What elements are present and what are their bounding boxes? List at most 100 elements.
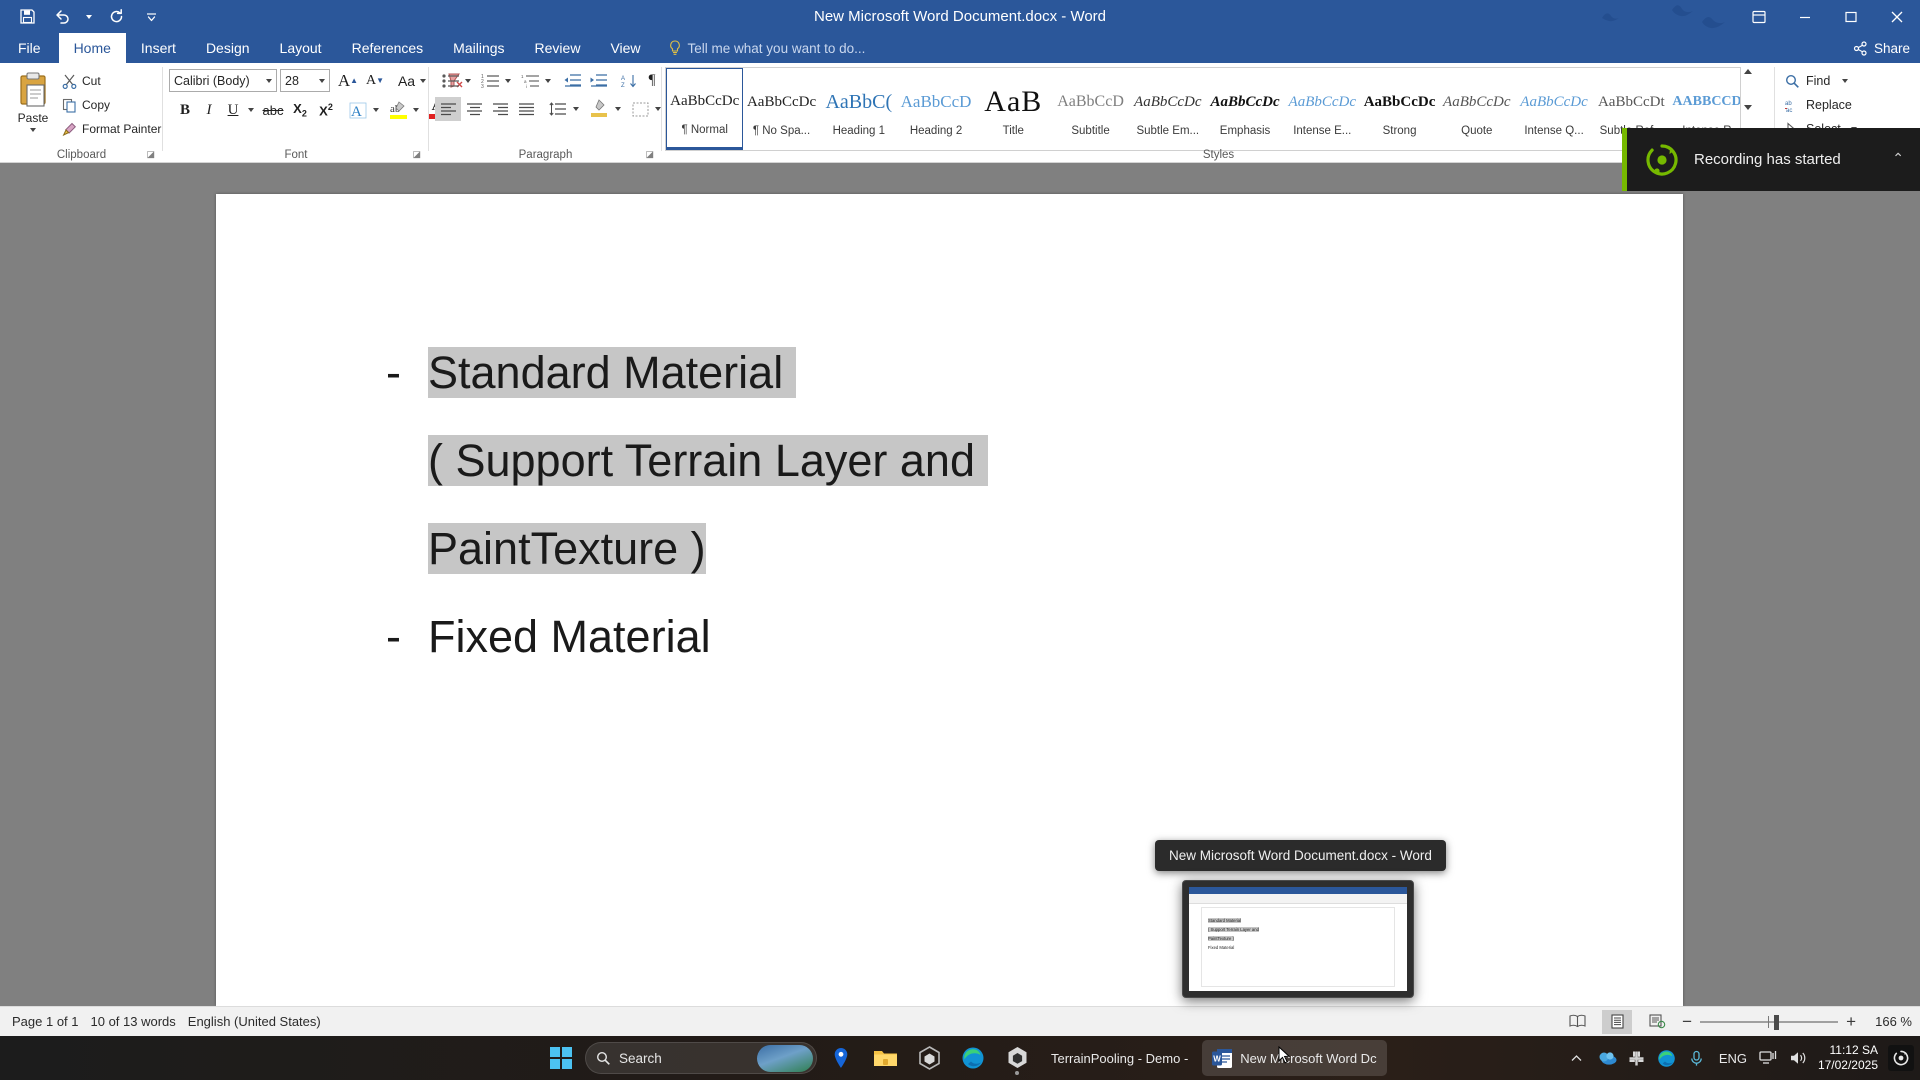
read-mode-icon[interactable] <box>1562 1010 1592 1034</box>
style-item-no-spa[interactable]: AaBbCcDc ¶ No Spa... <box>743 68 820 150</box>
find-dropdown-icon[interactable] <box>1842 79 1849 83</box>
style-item-heading-2[interactable]: AaBbCcD Heading 2 <box>898 68 975 150</box>
redo-icon[interactable] <box>101 4 131 30</box>
multilevel-list-icon[interactable]: 1ai <box>517 68 543 93</box>
format-painter-button[interactable]: Format Painter <box>62 119 161 139</box>
change-case-icon[interactable]: Aa <box>394 68 430 93</box>
document-line[interactable]: PaintTexture ) <box>428 505 1643 593</box>
style-item-strong[interactable]: AaBbCcDc Strong <box>1361 68 1438 150</box>
document-line[interactable]: - Fixed Material <box>386 593 1643 681</box>
highlight-dropdown-icon[interactable] <box>409 98 423 122</box>
bold-icon[interactable]: B <box>173 98 197 122</box>
ribbon-tab-bar[interactable]: File Home Insert Design Layout Reference… <box>0 33 1920 63</box>
zoom-control[interactable]: − + 166 % <box>1682 1013 1912 1030</box>
chevron-up-icon[interactable]: ⌃ <box>1892 150 1904 167</box>
onedrive-icon[interactable] <box>1592 1038 1622 1078</box>
copy-button[interactable]: Copy <box>62 95 110 115</box>
quick-access-toolbar[interactable] <box>12 0 166 33</box>
document-line[interactable]: ( Support Terrain Layer and <box>428 417 1643 505</box>
style-item-title[interactable]: AaB Title <box>975 68 1052 150</box>
font-name-dropdown-icon[interactable] <box>266 78 272 83</box>
volume-icon[interactable] <box>1784 1038 1814 1078</box>
grow-font-icon[interactable]: A ▲ <box>335 68 361 93</box>
language-label[interactable]: English (United States) <box>188 1014 321 1029</box>
tab-references[interactable]: References <box>337 33 439 63</box>
document-line[interactable]: - Standard Material <box>386 329 1643 417</box>
align-right-icon[interactable] <box>487 97 513 121</box>
paste-button[interactable]: Paste <box>6 67 60 141</box>
maximize-icon[interactable] <box>1828 0 1874 33</box>
print-layout-icon[interactable] <box>1602 1009 1633 1034</box>
unity-hub-icon[interactable] <box>909 1038 949 1078</box>
undo-dropdown-icon[interactable] <box>82 4 96 30</box>
window-controls[interactable] <box>1736 0 1920 33</box>
shrink-font-icon[interactable]: A ▼ <box>362 68 388 93</box>
style-item-subtle-em[interactable]: AaBbCcDc Subtle Em... <box>1130 68 1207 150</box>
taskbar-app-word[interactable]: W New Microsoft Word Dc <box>1202 1040 1387 1076</box>
zoom-in-button[interactable]: + <box>1846 1013 1856 1030</box>
styles-gallery[interactable]: AaBbCcDc ¶ Normal AaBbCcDc ¶ No Spa... AaBbC… <box>665 67 1755 151</box>
gallery-scroll-down-icon[interactable] <box>1744 104 1752 110</box>
search-input[interactable]: Search <box>585 1042 817 1074</box>
chevron-up-icon[interactable] <box>1562 1038 1592 1078</box>
shading-icon[interactable] <box>587 95 611 121</box>
superscript-icon[interactable]: X2 <box>313 98 339 122</box>
taskbar-thumbnail-preview[interactable]: Standard Material ( Support Terrain Laye… <box>1182 880 1414 998</box>
document-page[interactable]: - Standard Material ( Support Terrain Lay… <box>216 194 1683 1006</box>
edge-icon[interactable] <box>1652 1038 1682 1078</box>
document-text-body[interactable]: - Standard Material ( Support Terrain Lay… <box>386 329 1643 681</box>
style-item-emphasis[interactable]: AaBbCcDc Emphasis <box>1207 68 1284 150</box>
gallery-scroll-up-icon[interactable] <box>1744 69 1752 74</box>
web-layout-icon[interactable] <box>1642 1010 1672 1034</box>
underline-icon[interactable]: U <box>221 98 245 122</box>
network-icon[interactable] <box>1754 1038 1784 1078</box>
bullets-icon[interactable] <box>437 68 463 93</box>
record-indicator-icon[interactable] <box>1888 1045 1914 1071</box>
style-item-intense-e[interactable]: AaBbCcDc Intense E... <box>1284 68 1361 150</box>
font-name-combo[interactable]: Calibri (Body) <box>169 69 277 92</box>
tab-file[interactable]: File <box>0 33 59 63</box>
clock-area[interactable]: 11:12 SA 17/02/2025 <box>1814 1043 1886 1073</box>
paragraph-dialog-launcher[interactable]: ◪ <box>645 149 654 160</box>
page-count-label[interactable]: Page 1 of 1 <box>12 1014 79 1029</box>
tab-home[interactable]: Home <box>58 33 126 63</box>
line-spacing-dropdown-icon[interactable] <box>569 97 583 121</box>
numbering-dropdown-icon[interactable] <box>501 68 515 93</box>
tab-design[interactable]: Design <box>191 33 265 63</box>
recording-notification[interactable]: Recording has started ⌃ <box>1622 128 1920 191</box>
tab-mailings[interactable]: Mailings <box>438 33 519 63</box>
cut-button[interactable]: Cut <box>62 71 101 91</box>
zoom-slider-thumb[interactable] <box>1774 1014 1780 1030</box>
word-count-label[interactable]: 10 of 13 words <box>91 1014 176 1029</box>
tab-layout[interactable]: Layout <box>265 33 337 63</box>
minimize-icon[interactable] <box>1782 0 1828 33</box>
ribbon-display-options-icon[interactable] <box>1736 0 1782 33</box>
increase-indent-icon[interactable] <box>585 68 611 93</box>
clipboard-dialog-launcher[interactable]: ◪ <box>146 149 155 160</box>
line-spacing-icon[interactable] <box>545 97 571 121</box>
share-button[interactable]: Share <box>1853 37 1910 59</box>
sort-icon[interactable]: AZ <box>617 68 641 93</box>
multilevel-dropdown-icon[interactable] <box>541 68 555 93</box>
style-item-quote[interactable]: AaBbCcDc Quote <box>1439 68 1516 150</box>
tab-view[interactable]: View <box>595 33 655 63</box>
text-effects-dropdown-icon[interactable] <box>369 98 383 122</box>
bullets-dropdown-icon[interactable] <box>461 68 475 93</box>
windows-start-icon[interactable] <box>541 1038 581 1078</box>
undo-icon[interactable] <box>47 4 77 30</box>
zoom-slider[interactable] <box>1700 1014 1839 1030</box>
font-dialog-launcher[interactable]: ◪ <box>412 149 421 160</box>
font-size-combo[interactable]: 28 <box>280 69 330 92</box>
show-formatting-marks-icon[interactable]: ¶ <box>641 68 663 93</box>
shading-dropdown-icon[interactable] <box>611 97 625 121</box>
replace-button[interactable]: ab ac Replace <box>1785 95 1852 115</box>
file-explorer-icon[interactable] <box>865 1038 905 1078</box>
zoom-out-button[interactable]: − <box>1682 1013 1692 1030</box>
decrease-indent-icon[interactable] <box>559 68 585 93</box>
customize-qat-icon[interactable] <box>136 4 166 30</box>
maps-pin-icon[interactable] <box>821 1038 861 1078</box>
unity-editor-icon[interactable] <box>997 1038 1037 1078</box>
style-item-subtitle[interactable]: AaBbCcD Subtitle <box>1052 68 1129 150</box>
borders-icon[interactable] <box>627 97 653 121</box>
taskbar-app-terrainpooling[interactable]: TerrainPooling - Demo - <box>1041 1040 1198 1076</box>
